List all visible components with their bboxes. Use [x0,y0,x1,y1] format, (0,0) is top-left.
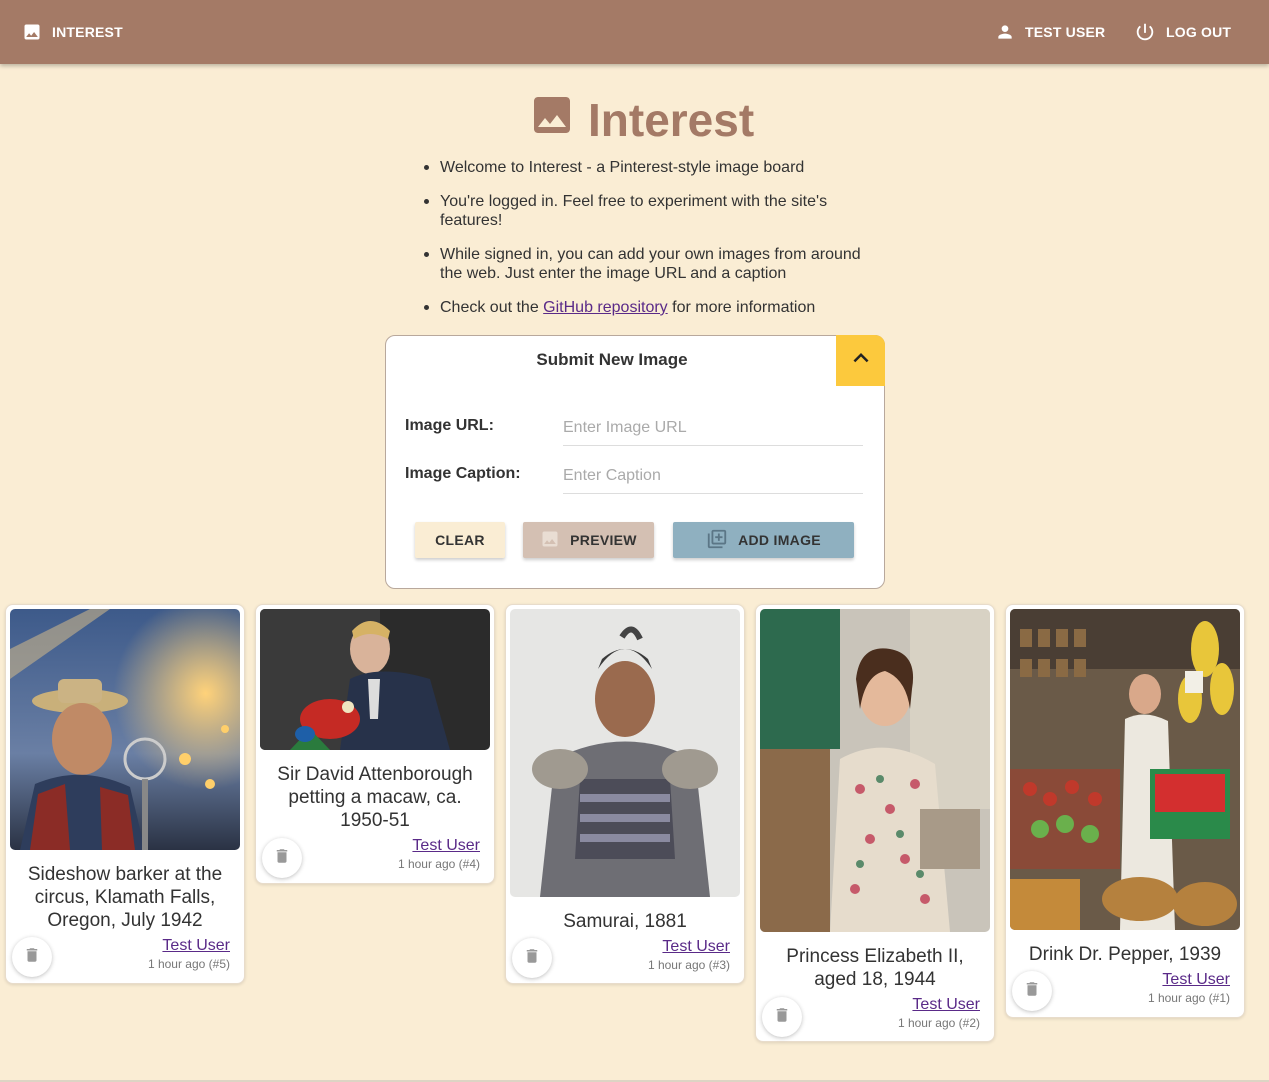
delete-button[interactable] [262,838,302,878]
home-button[interactable]: INTEREST [22,18,123,46]
list-item: Check out the GitHub repository for more… [421,298,881,317]
preview-label: PREVIEW [570,532,637,548]
card-image[interactable] [10,609,240,850]
image-icon [528,91,576,150]
list-item: Welcome to Interest - a Pinterest-style … [421,158,881,177]
trash-icon [523,947,541,970]
card-author-link[interactable]: Test User [1162,971,1230,989]
card-author-link[interactable]: Test User [662,938,730,956]
image-card: Princess Elizabeth II, aged 18, 1944 Tes… [755,604,995,1042]
delete-button[interactable] [512,938,552,978]
card-image[interactable] [760,609,990,932]
image-card: Sir David Attenborough petting a macaw, … [255,604,495,884]
add-image-label: ADD IMAGE [738,532,821,548]
trash-icon [273,847,291,870]
image-card: Samurai, 1881 Test User 1 hour ago (#3) [505,604,745,984]
card-image[interactable] [260,609,490,750]
logout-label: LOG OUT [1166,24,1232,40]
delete-button[interactable] [12,937,52,977]
list-item: You're logged in. Feel free to experimen… [421,192,881,230]
intro-list: Welcome to Interest - a Pinterest-style … [421,158,881,332]
page-title-text: Interest [588,94,755,146]
image-caption-input[interactable] [563,458,863,494]
chevron-up-icon [846,343,876,378]
card-image[interactable] [510,609,740,897]
card-caption: Drink Dr. Pepper, 1939 [1028,944,1222,965]
top-app-bar: INTEREST TEST USER LOG OUT [0,0,1269,64]
image-caption-label: Image Caption: [405,465,521,482]
card-image[interactable] [1010,609,1240,930]
page-title: Interest [528,94,754,146]
image-icon [22,22,42,42]
card-timestamp: 1 hour ago (#4) [397,857,480,871]
image-card: Drink Dr. Pepper, 1939 Test User 1 hour … [1005,604,1245,1018]
image-url-label: Image URL: [405,417,494,434]
image-card: Sideshow barker at the circus, Klamath F… [5,604,245,984]
logout-button[interactable]: LOG OUT [1134,18,1231,46]
image-url-row: Image URL: [405,408,865,448]
card-author-link[interactable]: Test User [412,837,480,855]
submit-card-title: Submit New Image [536,350,688,369]
power-icon [1134,21,1156,43]
image-url-input[interactable] [563,410,863,446]
person-icon [995,22,1015,42]
delete-button[interactable] [1012,971,1052,1011]
collapse-button[interactable] [836,335,885,386]
card-timestamp: 1 hour ago (#3) [647,958,730,972]
add-to-photos-icon [706,528,728,553]
github-link[interactable]: GitHub repository [543,299,668,316]
intro-text: for more information [667,299,816,316]
clear-label: CLEAR [435,532,485,548]
intro-text: Check out the [440,299,544,316]
card-timestamp: 1 hour ago (#2) [897,1016,980,1030]
card-author-link[interactable]: Test User [912,996,980,1014]
preview-button[interactable]: PREVIEW [523,522,654,558]
user-label: TEST USER [1025,24,1106,40]
clear-button[interactable]: CLEAR [415,522,505,558]
card-caption: Samurai, 1881 [563,911,687,932]
list-item: While signed in, you can add your own im… [421,245,881,283]
brand-label: INTEREST [52,24,123,40]
image-caption-row: Image Caption: [405,456,865,496]
trash-icon [773,1006,791,1029]
trash-icon [1023,980,1041,1003]
add-image-button[interactable]: ADD IMAGE [673,522,854,558]
card-timestamp: 1 hour ago (#1) [1147,991,1230,1005]
delete-button[interactable] [762,997,802,1037]
card-timestamp: 1 hour ago (#5) [147,957,230,971]
image-icon [540,529,560,552]
card-author-link[interactable]: Test User [162,937,230,955]
user-button[interactable]: TEST USER [995,18,1105,46]
card-caption: Princess Elizabeth II, aged 18, 1944 [786,946,964,990]
card-caption: Sir David Attenborough petting a macaw, … [277,764,473,831]
card-caption: Sideshow barker at the circus, Klamath F… [27,864,223,931]
trash-icon [23,946,41,969]
